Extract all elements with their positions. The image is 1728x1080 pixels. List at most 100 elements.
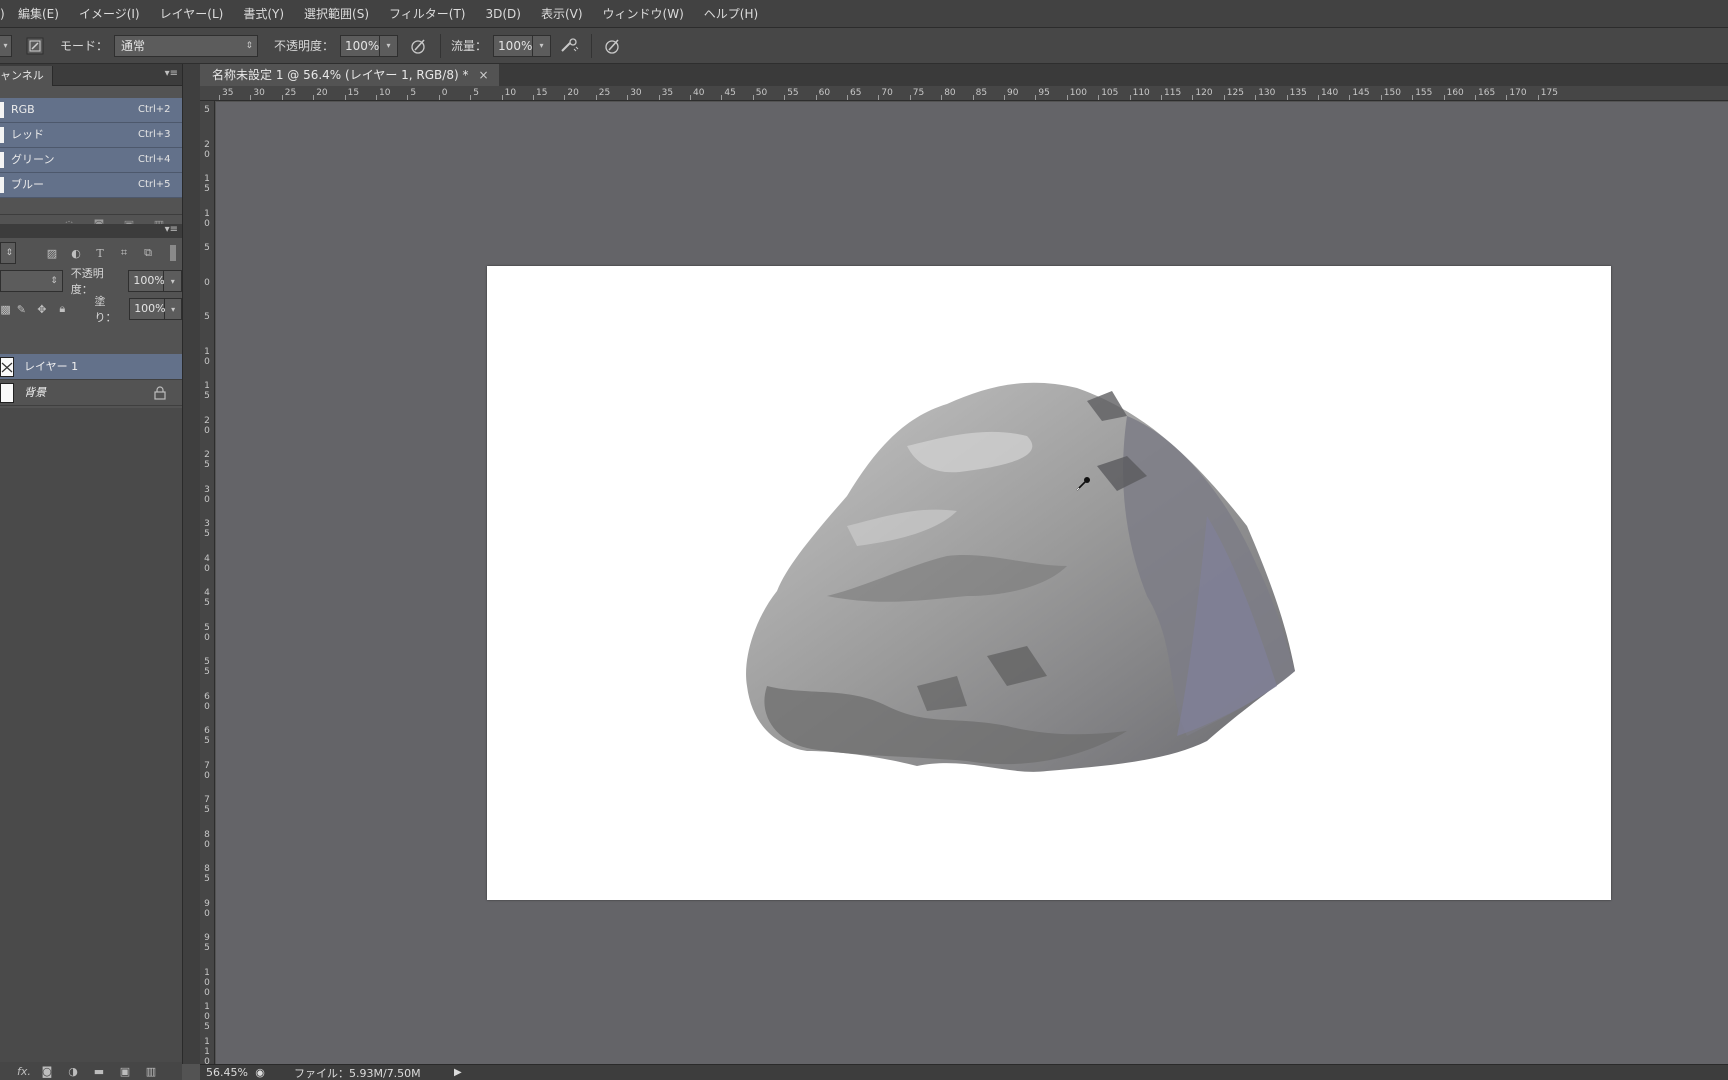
channel-thumbnail	[0, 102, 4, 118]
panel-menu-icon[interactable]: ▾≡	[165, 224, 178, 235]
channel-row-red[interactable]: レッド Ctrl+3	[0, 123, 182, 148]
ruler-tick	[344, 95, 346, 100]
ruler-tick-label: 170	[1509, 88, 1527, 98]
channel-row-rgb[interactable]: RGB Ctrl+2	[0, 98, 182, 123]
mode-select[interactable]: 通常 ⇕	[114, 34, 259, 57]
menu-edge: )	[0, 6, 5, 21]
menu-layer[interactable]: レイヤー(L)	[150, 0, 234, 28]
ruler-tick	[1286, 95, 1288, 100]
menu-help[interactable]: ヘルプ(H)	[694, 0, 768, 28]
menu-3d[interactable]: 3D(D)	[475, 0, 530, 28]
lock-move-icon[interactable]: ✥	[32, 303, 52, 316]
filter-toggle[interactable]	[170, 245, 176, 261]
ruler-tick	[407, 95, 409, 100]
left-panel-scrollbar[interactable]	[182, 64, 200, 1064]
fill-dropdown[interactable]: ▾	[165, 298, 182, 320]
menu-image[interactable]: イメージ(I)	[69, 0, 150, 28]
ruler-tick	[1223, 95, 1225, 100]
ruler-tick-label: 80	[944, 88, 956, 98]
menu-filter[interactable]: フィルター(T)	[379, 0, 475, 28]
filter-adjustment-icon[interactable]: ◐	[64, 247, 88, 260]
opacity-field[interactable]: 100%	[340, 34, 381, 57]
channel-row-blue[interactable]: ブルー Ctrl+5	[0, 173, 182, 198]
menu-type[interactable]: 書式(Y)	[233, 0, 294, 28]
filter-pixel-icon[interactable]: ▨	[40, 247, 64, 260]
ruler-tick-label: 5	[473, 88, 479, 98]
layer-row-layer1[interactable]: レイヤー 1	[0, 354, 182, 380]
channel-row-green[interactable]: グリーン Ctrl+4	[0, 148, 182, 173]
adjustment-icon[interactable]: ◑	[60, 1065, 86, 1078]
flow-field[interactable]: 100%	[493, 34, 534, 57]
panel-menu-icon[interactable]: ▾≡	[165, 68, 178, 79]
fx-icon[interactable]: fx.	[14, 1065, 34, 1078]
ruler-tick-label: 125	[1226, 88, 1244, 98]
select-arrows-icon: ⇕	[245, 40, 254, 51]
tool-preset-dropdown[interactable]: ▾	[0, 34, 12, 57]
menu-view[interactable]: 表示(V)	[531, 0, 593, 28]
zoom-level[interactable]: 56.45%	[200, 1066, 250, 1079]
vertical-ruler[interactable]: 5 2 0 1 5 1 0 5 0 5 1 0 1 5 2 0 2 5 3 0 3 5 4 0 4 5 5 0…	[200, 101, 215, 1064]
status-info-icon[interactable]: ◉	[250, 1066, 270, 1079]
ruler-tick	[1192, 95, 1194, 100]
ruler-tick-label: 1 0	[204, 208, 210, 229]
channels-tab[interactable]: ャンネル	[0, 66, 53, 86]
ruler-tick-label: 9 5	[204, 933, 210, 953]
ruler-tick	[564, 95, 566, 100]
ruler-tick-label: 5 0	[204, 622, 210, 643]
ruler-tick	[941, 95, 943, 100]
ruler-tick-label: 7 0	[204, 760, 210, 781]
opacity-dropdown[interactable]: ▾	[380, 34, 399, 57]
lock-brush-icon[interactable]: ✎	[11, 303, 31, 316]
trash-icon[interactable]: ▥	[138, 1065, 164, 1078]
fill-field[interactable]: 100%	[129, 298, 166, 320]
brush-preset-icon[interactable]	[24, 35, 46, 57]
pressure-size-icon[interactable]	[602, 35, 624, 57]
ruler-tick	[1318, 95, 1319, 100]
layer-row-background[interactable]: 背景	[0, 380, 182, 406]
ruler-tick-label: 70	[881, 88, 893, 98]
filter-shape-icon[interactable]: ⌗	[112, 246, 136, 260]
filter-smart-object-icon[interactable]: ⧉	[136, 246, 160, 260]
pressure-opacity-icon[interactable]	[408, 35, 430, 57]
rock-painting	[746, 382, 1295, 772]
ruler-tick-label: 115	[1164, 88, 1182, 98]
menu-window[interactable]: ウィンドウ(W)	[593, 0, 694, 28]
airbrush-icon[interactable]	[559, 35, 581, 57]
status-menu-arrow-icon[interactable]: ▶	[454, 1067, 462, 1078]
folder-icon[interactable]: ▬	[86, 1065, 112, 1078]
new-layer-icon[interactable]: ▣	[112, 1065, 138, 1078]
horizontal-ruler[interactable]: 35 30 25 20 15 10 5 0 5 10 15 20 25 30 35 40 45 50 55 60 65 7…	[200, 86, 1728, 101]
lock-icon	[154, 386, 166, 403]
menu-bar: ) 編集(E) イメージ(I) レイヤー(L) 書式(Y) 選択範囲(S) フィ…	[0, 0, 1728, 28]
ruler-tick	[1098, 95, 1100, 100]
menu-select[interactable]: 選択範囲(S)	[294, 0, 379, 28]
ruler-tick	[533, 95, 534, 100]
ruler-tick-label: 175	[1540, 88, 1558, 98]
menu-edit[interactable]: 編集(E)	[8, 0, 69, 28]
lock-all-icon[interactable]: 🔒︎	[52, 302, 72, 316]
document-canvas[interactable]	[487, 266, 1611, 900]
flow-dropdown[interactable]: ▾	[533, 34, 552, 57]
ruler-tick	[1443, 95, 1445, 100]
blend-mode-select[interactable]: ⇕	[0, 270, 63, 292]
ruler-tick-label: 20	[316, 88, 328, 98]
close-icon[interactable]: ×	[478, 68, 488, 82]
lock-transparent-icon[interactable]: ▩	[0, 303, 11, 316]
channel-thumbnail	[0, 127, 4, 143]
layer-opacity-field[interactable]: 100%	[128, 270, 165, 292]
mode-label: モード：	[60, 39, 109, 53]
filter-kind-select[interactable]: ⇕	[0, 242, 16, 264]
ruler-tick-label: 5 5	[204, 657, 210, 677]
document-tab[interactable]: 名称未設定 1 @ 56.4% (レイヤー 1, RGB/8) * ×	[200, 64, 499, 86]
filter-type-icon[interactable]: T	[88, 247, 112, 260]
ruler-tick-label: 85	[975, 88, 988, 98]
channel-shortcut: Ctrl+5	[138, 179, 171, 190]
mask-icon[interactable]: ◙	[34, 1065, 60, 1078]
ruler-tick	[470, 95, 472, 100]
ruler-tick-label: 15	[347, 88, 360, 98]
layer-opacity-dropdown[interactable]: ▾	[164, 270, 182, 292]
canvas-area[interactable]	[216, 102, 1728, 1064]
channel-shortcut: Ctrl+4	[138, 154, 171, 165]
channel-name: ブルー	[11, 178, 44, 191]
channel-shortcut: Ctrl+3	[138, 129, 171, 140]
